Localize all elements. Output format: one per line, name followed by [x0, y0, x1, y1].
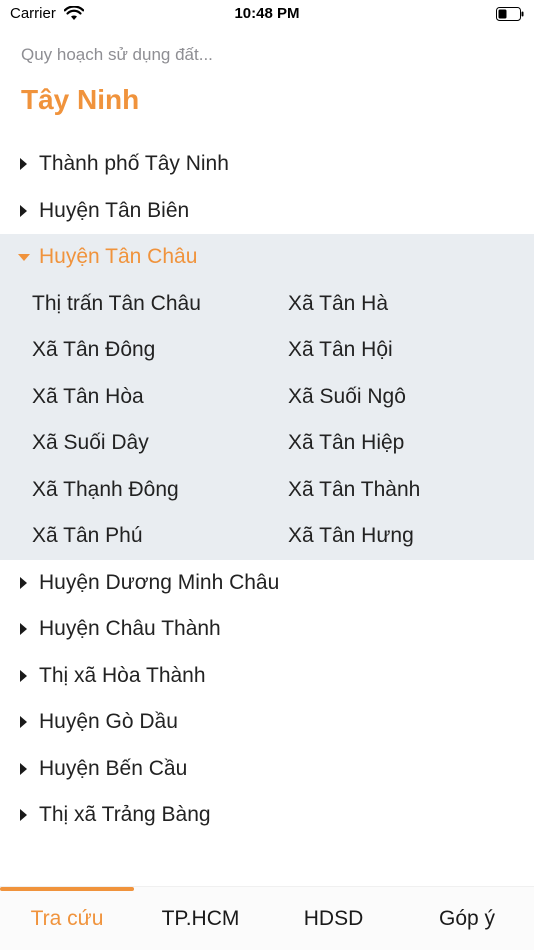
district-label: Thành phố Tây Ninh	[39, 152, 229, 176]
ward-item[interactable]: Xã Tân Hưng	[256, 513, 534, 560]
ward-item[interactable]: Xã Suối Ngô	[256, 374, 534, 421]
district-label: Huyện Tân Biên	[39, 198, 190, 222]
district-label: Huyện Gò Dầu	[39, 710, 178, 734]
ward-item[interactable]: Xã Thạnh Đông	[0, 467, 256, 514]
district-label: Huyện Tân Châu	[39, 245, 198, 269]
district-label: Thị xã Trảng Bàng	[39, 803, 211, 827]
district-row-thanh-pho-tay-ninh[interactable]: Thành phố Tây Ninh	[0, 141, 534, 188]
caret-right-icon	[20, 809, 27, 822]
district-row-trang-bang[interactable]: Thị xã Trảng Bàng	[0, 792, 534, 839]
ward-item[interactable]: Xã Tân Hòa	[0, 374, 256, 421]
caret-right-icon	[20, 762, 27, 775]
battery-icon	[496, 7, 524, 21]
district-row-tan-chau[interactable]: Huyện Tân Châu	[0, 234, 534, 281]
tab-bar: Tra cứu TP.HCM HDSD Góp ý	[0, 886, 534, 950]
page-subtitle: Quy hoạch sử dụng đất...	[21, 45, 213, 64]
district-list: Thành phố Tây Ninh Huyện Tân Biên Huyện …	[0, 141, 534, 839]
district-row-hoa-thanh[interactable]: Thị xã Hòa Thành	[0, 653, 534, 700]
district-label: Huyện Dương Minh Châu	[39, 570, 280, 594]
caret-right-icon	[20, 576, 27, 589]
district-row-tan-bien[interactable]: Huyện Tân Biên	[0, 188, 534, 235]
district-row-ben-cau[interactable]: Huyện Bến Cầu	[0, 746, 534, 793]
caret-right-icon	[20, 669, 27, 682]
tab-tp-hcm[interactable]: TP.HCM	[134, 887, 267, 950]
caret-down-icon	[18, 254, 30, 262]
tab-gop-y[interactable]: Góp ý	[400, 887, 534, 950]
status-bar: Carrier 10:48 PM	[0, 0, 534, 30]
district-label: Huyện Châu Thành	[39, 617, 221, 641]
ward-item[interactable]: Xã Tân Thành	[256, 467, 534, 514]
caret-right-icon	[20, 158, 27, 171]
district-row-go-dau[interactable]: Huyện Gò Dầu	[0, 699, 534, 746]
district-row-duong-minh-chau[interactable]: Huyện Dương Minh Châu	[0, 560, 534, 607]
ward-item[interactable]: Xã Suối Dây	[0, 420, 256, 467]
district-row-chau-thanh[interactable]: Huyện Châu Thành	[0, 606, 534, 653]
ward-item[interactable]: Xã Tân Hà	[256, 281, 534, 328]
tab-tra-cuu[interactable]: Tra cứu	[0, 887, 134, 950]
ward-item[interactable]: Xã Tân Hiệp	[256, 420, 534, 467]
district-label: Thị xã Hòa Thành	[39, 663, 206, 687]
caret-right-icon	[20, 716, 27, 729]
ward-item[interactable]: Xã Tân Phú	[0, 513, 256, 560]
page-title: Tây Ninh	[21, 84, 140, 115]
tab-hdsd[interactable]: HDSD	[267, 887, 400, 950]
caret-right-icon	[20, 623, 27, 636]
clock: 10:48 PM	[234, 5, 300, 22]
ward-grid: Thị trấn Tân Châu Xã Tân Hà Xã Tân Đông …	[0, 280, 534, 560]
district-label: Huyện Bến Cầu	[39, 756, 188, 780]
ward-item[interactable]: Xã Tân Hội	[256, 327, 534, 374]
ward-item[interactable]: Thị trấn Tân Châu	[0, 281, 256, 328]
caret-right-icon	[20, 204, 27, 217]
ward-item[interactable]: Xã Tân Đông	[0, 327, 256, 374]
